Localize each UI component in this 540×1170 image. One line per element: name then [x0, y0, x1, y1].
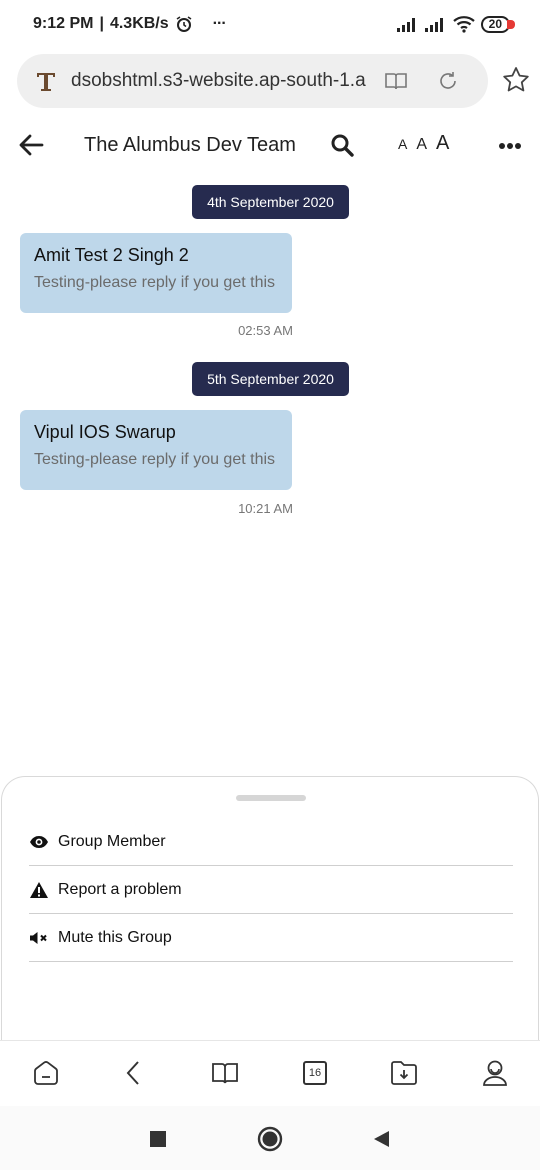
url-bar[interactable]: dsobshtml.s3-website.ap-south-1.a — [17, 54, 488, 108]
profile-button[interactable] — [480, 1058, 510, 1088]
back-system-button[interactable] — [368, 1126, 394, 1152]
browser-bottom-nav: 16 — [0, 1040, 540, 1106]
more-notifications-icon: ··· — [212, 15, 227, 32]
back-button[interactable] — [119, 1058, 149, 1088]
downloads-icon — [391, 1061, 417, 1085]
option-label: Group Member — [58, 832, 166, 850]
message-sender: Vipul IOS Swarup — [34, 422, 176, 442]
back-arrow-icon[interactable] — [18, 132, 44, 158]
chat-header: The Alumbus Dev Team A A A — [0, 120, 540, 172]
clock: 9:12 PM — [33, 15, 94, 32]
options-bottom-sheet: Group Member Report a problem Mute this … — [1, 776, 539, 1040]
signal-icon — [396, 18, 415, 32]
system-navigation-bar — [0, 1106, 540, 1170]
tabs-count: 16 — [308, 1067, 322, 1079]
font-size-medium-button[interactable]: A — [416, 136, 427, 154]
eye-icon — [30, 835, 48, 848]
site-favicon-icon — [37, 73, 55, 91]
sheet-drag-handle[interactable] — [236, 795, 306, 801]
font-size-controls: A A A — [398, 132, 449, 155]
report-problem-option[interactable]: Report a problem — [29, 866, 513, 914]
date-separator: 4th September 2020 — [192, 185, 349, 219]
battery-indicator: 20 — [480, 15, 515, 33]
message-text: Testing-please reply if you get this — [34, 274, 276, 291]
option-label: Mute this Group — [58, 928, 172, 946]
message-sender: Amit Test 2 Singh 2 — [34, 245, 189, 265]
message-text: Testing-please reply if you get this — [34, 451, 276, 468]
url-text[interactable]: dsobshtml.s3-website.ap-south-1.a — [71, 70, 369, 92]
downloads-button[interactable] — [389, 1058, 419, 1088]
message-bubble[interactable]: Vipul IOS Swarup Testing-please reply if… — [20, 410, 292, 490]
date-label: 5th September 2020 — [207, 371, 334, 387]
reader-mode-icon[interactable] — [383, 68, 409, 94]
battery-level: 20 — [488, 16, 502, 31]
date-separator: 5th September 2020 — [192, 362, 349, 396]
status-right: 20 — [396, 15, 515, 33]
status-left: 9:12 PM | 4.3KB/s ··· — [33, 15, 227, 32]
battery-tip — [507, 19, 515, 29]
tabs-icon: 16 — [303, 1061, 327, 1085]
font-size-large-button[interactable]: A — [436, 132, 449, 155]
more-options-icon[interactable] — [499, 142, 521, 150]
browser-toolbar: dsobshtml.s3-website.ap-south-1.a — [0, 52, 540, 110]
home-button[interactable] — [31, 1058, 61, 1088]
warning-icon — [30, 881, 48, 898]
page-title: The Alumbus Dev Team — [84, 134, 296, 156]
message-time: 02:53 AM — [238, 323, 293, 338]
home-icon — [34, 1061, 58, 1085]
group-member-option[interactable]: Group Member — [29, 818, 513, 866]
reload-icon[interactable] — [435, 68, 461, 94]
recents-button[interactable] — [145, 1126, 171, 1152]
profile-icon — [483, 1060, 507, 1086]
square-icon — [150, 1131, 166, 1147]
triangle-back-icon — [374, 1131, 389, 1147]
bookmarks-icon — [212, 1063, 238, 1084]
date-label: 4th September 2020 — [207, 194, 334, 210]
message-time: 10:21 AM — [238, 501, 293, 516]
font-size-small-button[interactable]: A — [398, 136, 407, 152]
home-system-button[interactable] — [257, 1126, 283, 1152]
alarm-icon — [176, 16, 192, 32]
mute-icon — [30, 931, 47, 944]
network-speed: 4.3KB/s — [109, 15, 169, 32]
back-chevron-icon — [126, 1061, 139, 1085]
wifi-icon — [452, 16, 475, 33]
search-icon[interactable] — [330, 133, 354, 157]
status-bar: 9:12 PM | 4.3KB/s ··· 20 — [0, 0, 540, 48]
tabs-button[interactable]: 16 — [300, 1058, 330, 1088]
signal-icon-2 — [424, 18, 443, 32]
bookmark-star-icon[interactable] — [502, 66, 530, 94]
message-bubble[interactable]: Amit Test 2 Singh 2 Testing-please reply… — [20, 233, 292, 313]
circle-icon — [257, 1126, 283, 1152]
bookmarks-button[interactable] — [210, 1058, 240, 1088]
mute-group-option[interactable]: Mute this Group — [29, 914, 513, 962]
option-label: Report a problem — [58, 880, 182, 898]
